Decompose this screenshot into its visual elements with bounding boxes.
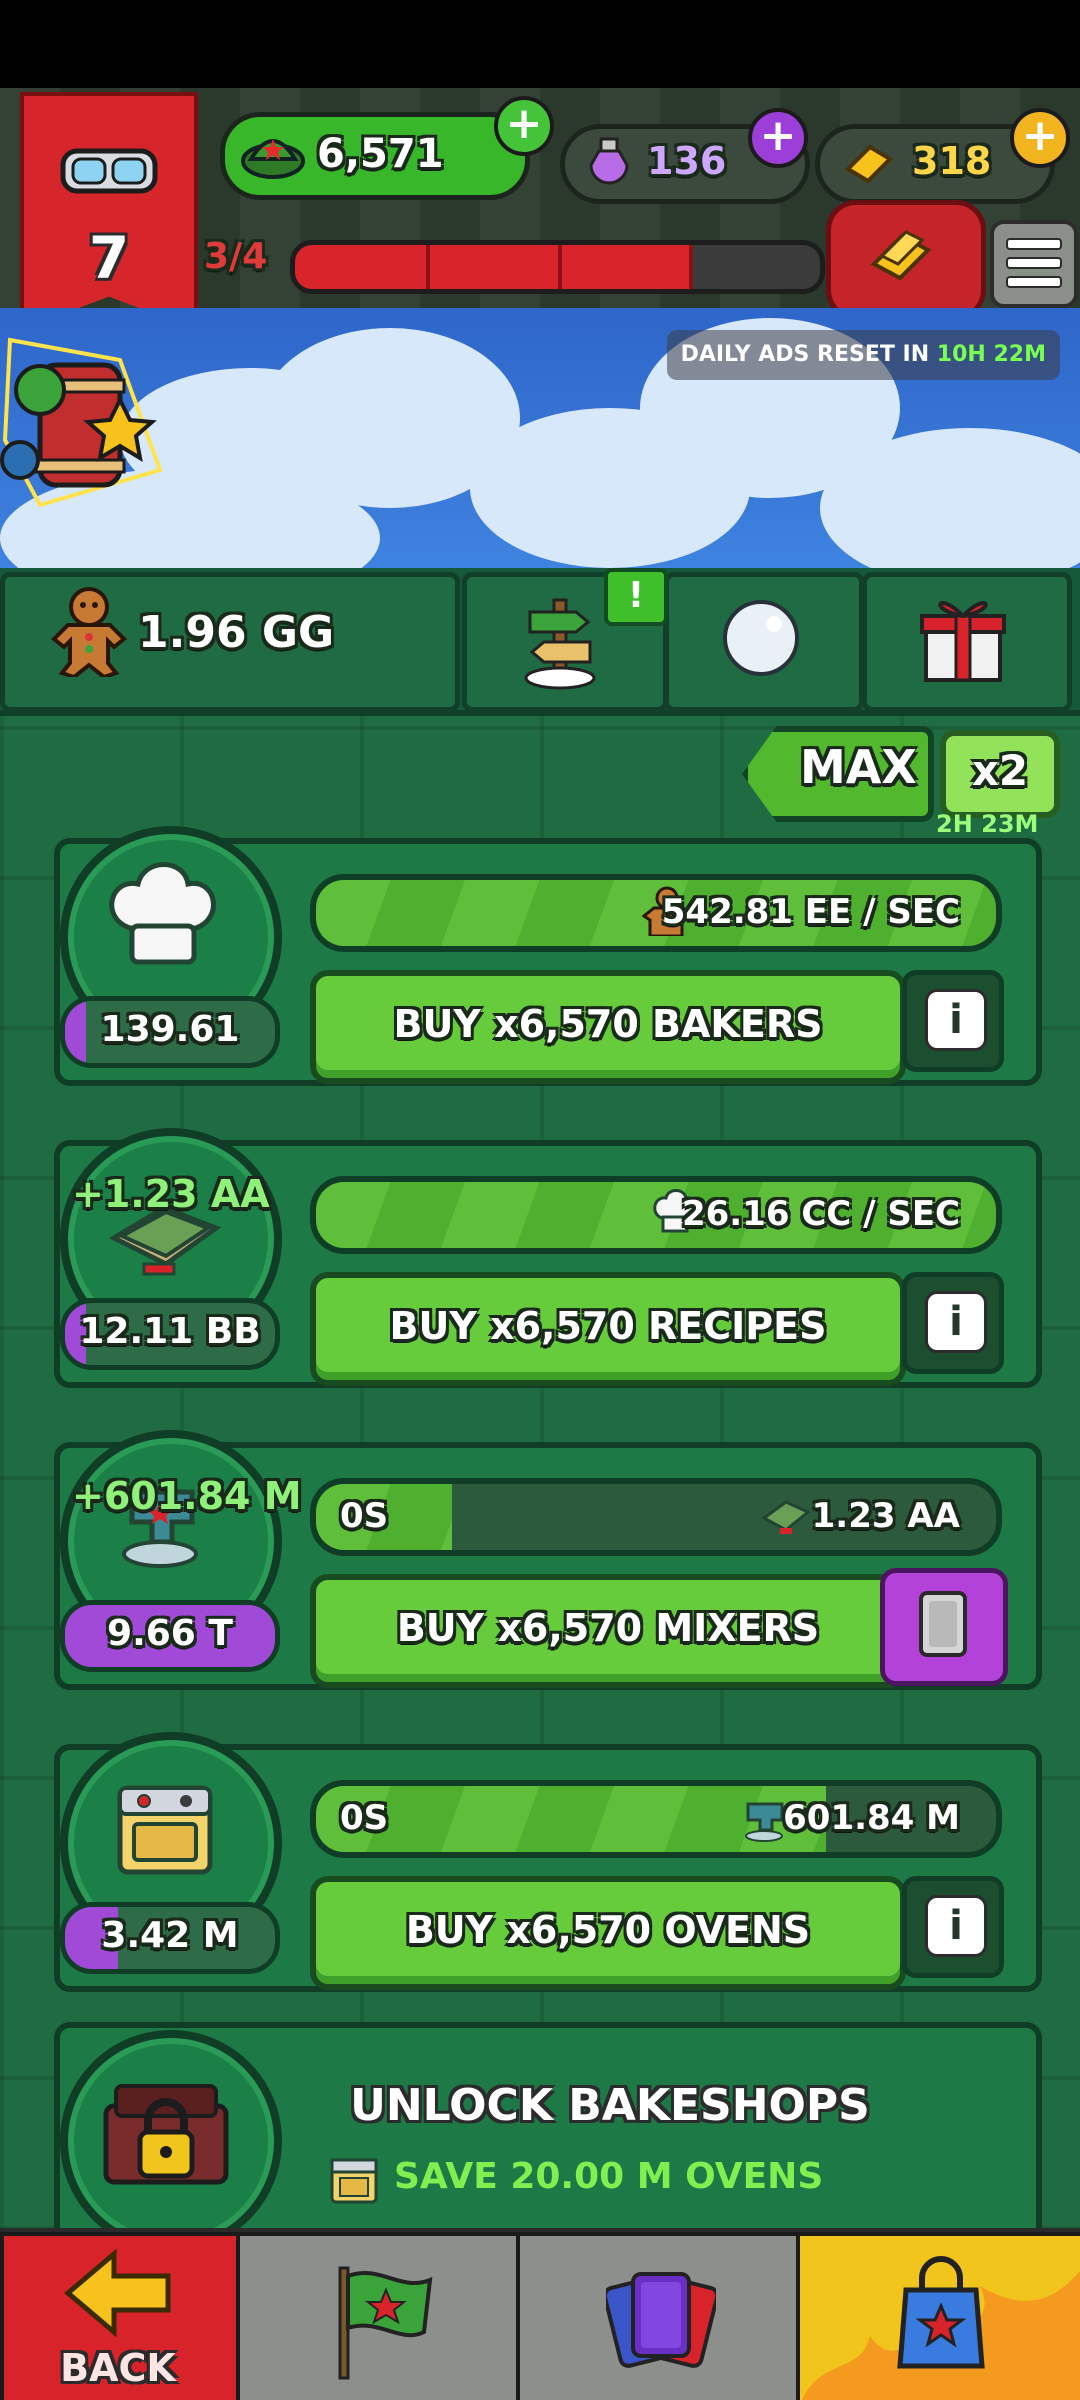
progress-divider [557,245,562,289]
buy-mixers-button[interactable]: BUY x6,570 MIXERS [310,1574,906,1688]
army-helmet-icon [241,139,305,179]
recipes-rate-bar: 26.16 CC / SEC [310,1176,1002,1254]
mixers-rate-bar: 0S 1.23 AA [310,1478,1002,1556]
gingerbread-icon [51,587,127,677]
level-progress-fill [295,245,689,289]
game-screen: 7 6,571 + 136 + 318 + 3/4 DAILY ADS RESE… [0,0,1080,2400]
ovens-rate-text: 601.84 M [783,1798,960,1838]
signpost-icon [524,598,596,690]
progress-divider [426,245,431,289]
mixers-timer: 0S [340,1496,389,1536]
locked-shop-icon [103,2084,229,2185]
max-button-label: MAX [800,740,917,794]
mixers-price: 9.66 T [60,1600,280,1672]
buy-bakers-button[interactable]: BUY x6,570 BAKERS [310,970,906,1084]
mixers-gain: +601.84 M [72,1474,302,1518]
arrow-left-icon [64,2248,171,2338]
recipe-book-icon [761,1500,810,1534]
unlock-bakeshops-title: UNLOCK BAKESHOPS [350,2080,870,2131]
unlock-requirement: SAVE 20.00 M OVENS [394,2156,824,2197]
ovens-price-text: 3.42 M [101,1915,239,1956]
ovens-price: 3.42 M [60,1902,280,1974]
add-gold-button[interactable]: + [1010,108,1070,168]
shop-tab[interactable] [796,2232,1080,2400]
bakers-price: 139.61 DD [60,996,280,1068]
chef-hat-icon [109,862,216,965]
level-banner[interactable]: 7 [20,92,198,330]
buy-ovens-button[interactable]: BUY x6,570 OVENS [310,1876,906,1990]
gold-count: 318 [912,139,992,183]
oven-icon [330,2158,378,2204]
gold-bar-icon [844,144,894,184]
info-icon: i [925,1895,987,1957]
snowball-icon [723,600,799,676]
x2-multiplier-button[interactable]: x2 [940,730,1060,818]
ovens-rate-bar: 0S 601.84 M [310,1780,1002,1858]
multiplier-timer: 2H 23M [936,810,1039,838]
flag-icon [338,2266,433,2380]
bakers-price-text: 139.61 DD [100,1009,240,1050]
shopping-bag-icon [897,2256,985,2369]
gift-pinata-icon[interactable] [0,320,175,515]
mixers-card-button[interactable] [880,1568,1008,1686]
flag-tab[interactable] [236,2232,520,2400]
recipes-gain: +1.23 AA [72,1172,270,1216]
hamburger-menu-button[interactable] [990,220,1078,308]
helmet-count: 6,571 [317,131,444,177]
level-progress-bar [290,240,825,294]
cards-icon [606,2272,716,2368]
mixers-rate-text: 1.23 AA [811,1496,960,1536]
add-potions-button[interactable]: + [748,108,808,168]
recipes-rate-text: 26.16 CC / SEC [681,1194,960,1234]
recipes-price-text: 12.11 BB [79,1311,261,1352]
oven-icon [117,1785,213,1875]
card-icon [919,1591,967,1657]
potion-icon [589,137,629,185]
cookie-balance: 1.96 GG [138,607,335,658]
add-helmets-button[interactable]: + [494,96,554,156]
bakers-info-button[interactable]: i [902,970,1004,1072]
daily-ads-reset-note: DAILY ADS RESET IN 10H 22M [666,330,1060,380]
recipes-info-button[interactable]: i [902,1272,1004,1374]
back-button-label: BACK [60,2346,176,2390]
goggles-icon [60,148,158,194]
gift-box-icon [920,601,1006,682]
cards-tab[interactable] [516,2232,800,2400]
mixers-price-text: 9.66 T [107,1613,233,1654]
level-progress-label: 3/4 [204,236,268,277]
alert-badge: ! [604,568,668,626]
bakers-price-fill [65,1001,86,1063]
progress-divider [688,245,693,289]
buy-recipes-button[interactable]: BUY x6,570 RECIPES [310,1272,906,1386]
info-icon: i [925,989,987,1051]
helmet-counter[interactable]: 6,571 [220,112,530,200]
potion-count: 136 [647,139,727,183]
daily-ads-label: DAILY ADS RESET IN [680,342,930,367]
info-icon: i [925,1291,987,1353]
daily-ads-time: 10H 22M [936,342,1046,367]
ovens-info-button[interactable]: i [902,1876,1004,1978]
status-bar [0,0,1080,88]
level-number: 7 [88,224,130,292]
bakers-rate-bar: 542.81 EE / SEC [310,874,1002,952]
gold-reward-button[interactable] [826,200,986,320]
gold-bars-icon [870,230,932,281]
bakers-rate-text: 542.81 EE / SEC [661,892,960,932]
recipes-price: 12.11 BB [60,1298,280,1370]
ovens-timer: 0S [340,1798,389,1838]
